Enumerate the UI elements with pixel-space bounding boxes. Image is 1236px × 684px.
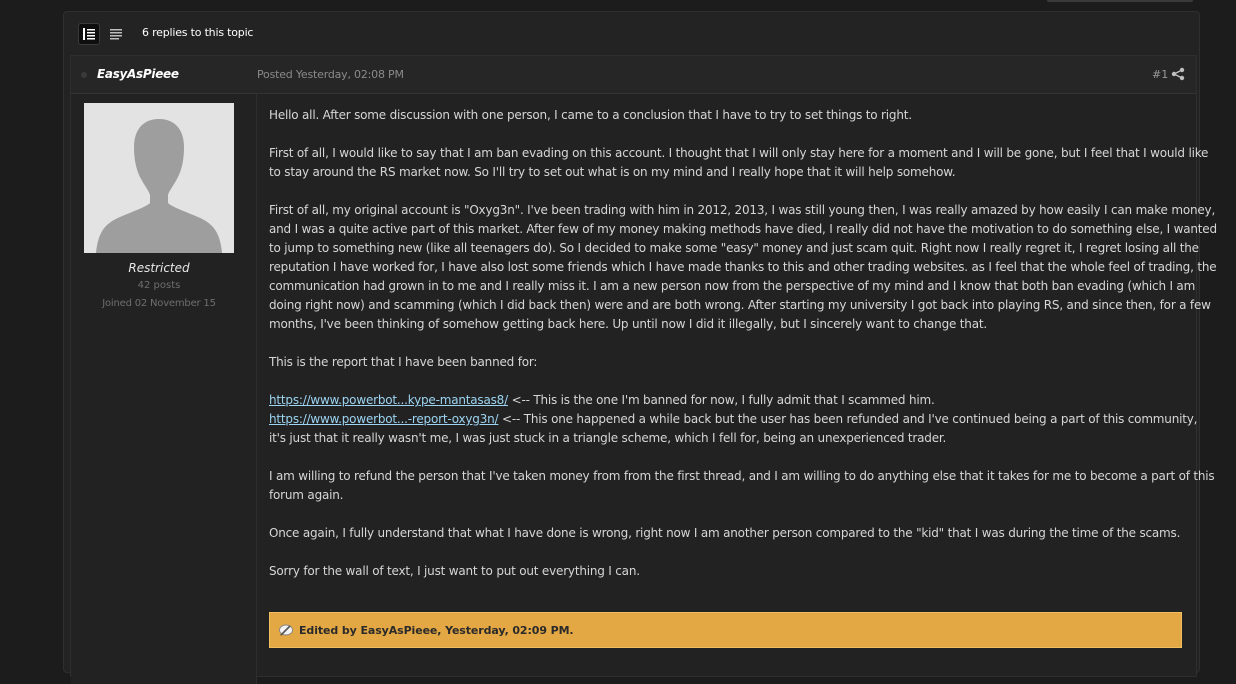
- text-line: https://www.powerbot...-report-oxyg3n/ <…: [269, 410, 1197, 429]
- text-line: Hello all. After some discussion with on…: [269, 108, 912, 122]
- post-paragraph: This is the report that I have been bann…: [269, 353, 1183, 372]
- edit-note-icon: [279, 624, 293, 636]
- report-link-2[interactable]: https://www.powerbot...-report-oxyg3n/: [269, 412, 499, 426]
- list-detail-icon[interactable]: [78, 23, 100, 45]
- text-line: Once again, I fully understand that what…: [269, 526, 1181, 540]
- topic-container: 6 replies to this topic EasyAsPieee Post…: [63, 11, 1217, 684]
- joined-date: Joined 02 November 15: [102, 298, 216, 309]
- post-paragraph: First of all, my original account is "Ox…: [269, 201, 1217, 334]
- report-link-1[interactable]: https://www.powerbot...kype-mantasas8/: [269, 393, 508, 407]
- list-compact-icon[interactable]: [105, 23, 127, 45]
- text-line: I am willing to refund the person that I…: [269, 469, 1215, 483]
- online-status-indicator: [81, 72, 87, 78]
- post-paragraph: Once again, I fully understand that what…: [269, 524, 1183, 543]
- text-line: and I was a quite active part of this ma…: [269, 222, 1217, 236]
- text-line: First of all, my original account is "Ox…: [269, 203, 1216, 217]
- text-line: communication had grown in to me and I r…: [269, 279, 1196, 293]
- avatar[interactable]: [84, 103, 234, 253]
- text-line: This is the report that I have been bann…: [269, 355, 538, 369]
- share-icon[interactable]: [1171, 67, 1185, 81]
- post-number-link[interactable]: #1: [1152, 68, 1168, 81]
- text-line: https://www.powerbot...kype-mantasas8/ <…: [269, 391, 1183, 410]
- replies-count: 6 replies to this topic: [142, 26, 254, 39]
- default-avatar-silhouette: [84, 103, 234, 253]
- post-paragraph: Sorry for the wall of text, I just want …: [269, 562, 1183, 581]
- text-line: doing right now) and scamming (which I d…: [269, 298, 1211, 312]
- author-info-panel: Restricted 42 posts Joined 02 November 1…: [71, 94, 257, 684]
- post-paragraph: I am willing to refund the person that I…: [269, 467, 1215, 505]
- text-line: it's just that it really wasn't me, I wa…: [269, 431, 947, 445]
- text-line: Sorry for the wall of text, I just want …: [269, 564, 640, 578]
- member-group: Restricted: [128, 261, 190, 275]
- text-line: reputation I have worked for, I have als…: [269, 260, 1217, 274]
- text-line: forum again.: [269, 488, 344, 502]
- post-paragraph: Hello all. After some discussion with on…: [269, 106, 1183, 125]
- post-paragraph: First of all, I would like to say that I…: [269, 144, 1209, 182]
- edited-notice: Edited by EasyAsPieee, Yesterday, 02:09 …: [269, 612, 1182, 648]
- post-paragraph-links: https://www.powerbot...kype-mantasas8/ <…: [269, 391, 1197, 448]
- text-line: to jump to something new (like all teena…: [269, 241, 1199, 255]
- post-item: EasyAsPieee Posted Yesterday, 02:08 PM #…: [70, 55, 1217, 684]
- top-edge-tab: [1047, 0, 1193, 2]
- post-header: EasyAsPieee Posted Yesterday, 02:08 PM #…: [71, 56, 1196, 94]
- text-line: to stay around the RS market now. So I'l…: [269, 165, 956, 179]
- author-name-link[interactable]: EasyAsPieee: [97, 67, 179, 81]
- posted-timestamp: Posted Yesterday, 02:08 PM: [257, 68, 404, 81]
- link-note: <-- This one happened a while back but t…: [498, 412, 1198, 426]
- link-note: <-- This is the one I'm banned for now, …: [507, 393, 935, 407]
- text-line: First of all, I would like to say that I…: [269, 146, 1209, 160]
- text-line: months, I've been thinking of somehow ge…: [269, 317, 987, 331]
- edited-text: Edited by EasyAsPieee, Yesterday, 02:09 …: [299, 623, 574, 637]
- topic-header: 6 replies to this topic: [64, 12, 1199, 54]
- post-count: 42 posts: [137, 280, 181, 291]
